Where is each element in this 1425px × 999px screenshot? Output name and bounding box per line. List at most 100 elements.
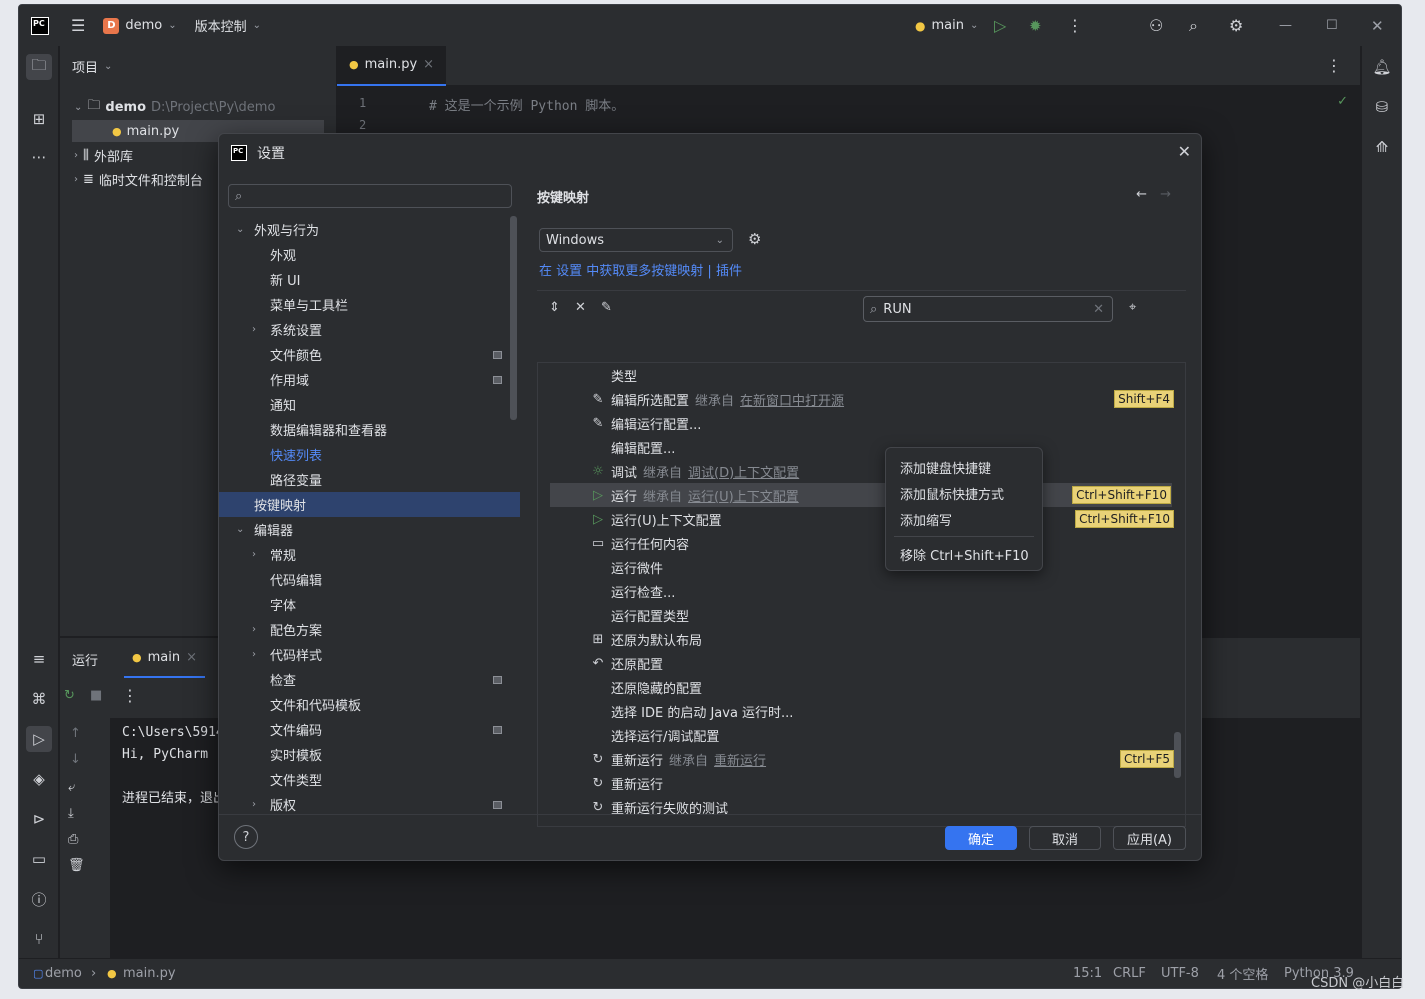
settings-tree-item[interactable]: ⌄ 编辑器 bbox=[219, 517, 520, 542]
close-icon[interactable]: ✕ bbox=[1178, 142, 1191, 161]
action-row[interactable]: ▷ 运行 继承自 运行(U)上下文配置 Ctrl+Shift+F10 bbox=[550, 483, 1172, 507]
action-row[interactable]: 运行检查... bbox=[538, 579, 1185, 603]
settings-tree-item[interactable]: 检查 bbox=[219, 667, 520, 692]
plugins-link[interactable]: 插件 bbox=[716, 264, 742, 279]
status-file[interactable]: main.py bbox=[123, 966, 176, 981]
actions-list[interactable]: 类型 ✎ 编辑所选配置 继承自 在新窗口中打开源 Shift+F4 ✎ 编辑运行配置... 编辑… bbox=[537, 362, 1186, 827]
cancel-button[interactable]: 取消 bbox=[1029, 826, 1101, 850]
chevron-right-icon[interactable]: › bbox=[252, 799, 256, 810]
settings-tree-item[interactable]: 文件编码 bbox=[219, 717, 520, 742]
clear-icon[interactable]: ✕ bbox=[1093, 302, 1104, 317]
gear-icon[interactable]: ⚙ bbox=[748, 230, 761, 248]
action-row[interactable]: ☼ 调试 继承自 调试(D)上下文配置 bbox=[538, 459, 1185, 483]
run-tool-icon[interactable]: ▷ bbox=[26, 726, 52, 752]
run-icon[interactable]: ▷ bbox=[994, 16, 1006, 35]
tree-external-libs[interactable]: › ⫼ 外部库 bbox=[74, 144, 133, 166]
close-icon[interactable]: ✕ bbox=[1371, 17, 1384, 35]
settings-tree-item[interactable]: 菜单与工具栏 bbox=[219, 292, 520, 317]
settings-tree-item[interactable]: 按键映射 bbox=[219, 492, 520, 517]
tree-root[interactable]: ⌄ 🗀 demo D:\Project\Py\demo bbox=[74, 96, 275, 118]
rerun-icon[interactable]: ↻ bbox=[64, 688, 75, 703]
action-row[interactable]: ▷ 运行(U)上下文配置 Ctrl+Shift+F10 bbox=[538, 507, 1185, 531]
settings-tree-item[interactable]: 字体 bbox=[219, 592, 520, 617]
print-icon[interactable]: ⎙ bbox=[68, 832, 78, 847]
chevron-right-icon[interactable]: › bbox=[252, 549, 256, 560]
help-button[interactable]: ? bbox=[234, 825, 258, 849]
tree-scratches[interactable]: › ≣ 临时文件和控制台 bbox=[74, 168, 203, 190]
settings-tree-item[interactable]: 通知 bbox=[219, 392, 520, 417]
settings-tree-item[interactable]: 路径变量 bbox=[219, 467, 520, 492]
settings-search-input[interactable]: ⌕ bbox=[228, 184, 512, 208]
status-project[interactable]: demo bbox=[45, 966, 82, 981]
list-scrollbar[interactable] bbox=[1174, 732, 1181, 778]
action-row[interactable]: ▭ 运行任何内容 bbox=[538, 531, 1185, 555]
remove-shortcut-item[interactable]: 移除 Ctrl+Shift+F10 bbox=[886, 541, 1042, 567]
inherit-link[interactable]: 调试(D)上下文配置 bbox=[688, 466, 799, 481]
terminal-icon[interactable]: ▭ bbox=[26, 846, 52, 872]
action-row[interactable]: ↻ 重新运行 继承自 重新运行 Ctrl+F5 bbox=[538, 747, 1185, 771]
add-keyboard-shortcut-item[interactable]: 添加键盘快捷键 bbox=[886, 454, 1042, 480]
add-user-icon[interactable]: ⚇ bbox=[1149, 17, 1163, 34]
project-panel-header[interactable]: 项目 ⌄ bbox=[60, 46, 336, 86]
list-icon[interactable]: ≡ bbox=[26, 646, 52, 672]
collapse-all-icon[interactable]: ✕ bbox=[575, 300, 586, 315]
trash-icon[interactable]: 🗑︎ bbox=[68, 858, 85, 873]
settings-tree-item[interactable]: 文件类型 bbox=[219, 767, 520, 792]
more-icon[interactable]: ⋮ bbox=[122, 688, 138, 704]
chevron-right-icon[interactable]: › bbox=[252, 649, 256, 660]
action-row[interactable]: 编辑配置... bbox=[538, 435, 1185, 459]
python-console-icon[interactable]: ⌘ bbox=[26, 686, 52, 712]
ok-button[interactable]: 确定 bbox=[945, 826, 1017, 850]
status-encoding[interactable]: UTF-8 bbox=[1161, 966, 1199, 981]
layers-icon[interactable]: ◈ bbox=[26, 766, 52, 792]
settings-tree-item[interactable]: › 常规 bbox=[219, 542, 520, 567]
action-row[interactable]: ✎ 编辑所选配置 继承自 在新窗口中打开源 Shift+F4 bbox=[538, 387, 1185, 411]
project-folder-icon[interactable]: 🗀 bbox=[26, 54, 52, 80]
minimize-icon[interactable]: — bbox=[1279, 18, 1292, 33]
run-config-selector[interactable]: ● main ⌄ bbox=[909, 18, 984, 33]
settings-tree-item[interactable]: 新 UI bbox=[219, 267, 520, 292]
action-row[interactable]: 运行微件 bbox=[538, 555, 1185, 579]
action-row[interactable]: ⊞ 还原为默认布局 bbox=[538, 627, 1185, 651]
soft-wrap-icon[interactable]: ⤶ bbox=[68, 780, 75, 795]
more-keymaps-link[interactable]: 在 设置 中获取更多按键映射 bbox=[539, 264, 703, 279]
close-icon[interactable]: × bbox=[186, 650, 197, 665]
more-tools-icon[interactable]: ⋯ bbox=[26, 144, 52, 170]
chevron-right-icon[interactable]: › bbox=[252, 324, 256, 335]
scroll-end-icon[interactable]: ⤓ bbox=[68, 806, 74, 821]
add-mouse-shortcut-item[interactable]: 添加鼠标快捷方式 bbox=[886, 480, 1042, 506]
forward-arrow-icon[interactable]: → bbox=[1160, 187, 1171, 202]
notifications-icon[interactable]: 🔔︎ bbox=[1369, 54, 1395, 80]
profiler-icon[interactable]: ⟰ bbox=[1369, 134, 1395, 160]
settings-tree-item[interactable]: › 代码样式 bbox=[219, 642, 520, 667]
more-icon[interactable]: ⋮ bbox=[1326, 58, 1342, 74]
code-comment[interactable]: # 这是一个示例 Python 脚本。 bbox=[429, 95, 624, 114]
vcs-menu[interactable]: 版本控制 ⌄ bbox=[189, 16, 267, 35]
arrow-down-icon[interactable]: ↓ bbox=[70, 752, 81, 767]
sidebar-scrollbar[interactable] bbox=[510, 216, 517, 420]
maximize-icon[interactable]: ☐ bbox=[1326, 18, 1338, 33]
action-row[interactable]: 运行配置类型 bbox=[538, 603, 1185, 627]
inherit-link[interactable]: 重新运行 bbox=[714, 754, 766, 769]
run-tab-main[interactable]: ● main × bbox=[124, 638, 205, 678]
add-abbreviation-item[interactable]: 添加缩写 bbox=[886, 506, 1042, 532]
action-row[interactable]: ↶ 还原配置 bbox=[538, 651, 1185, 675]
project-switcher[interactable]: D demo ⌄ bbox=[97, 17, 182, 34]
settings-tree-item[interactable]: 代码编辑 bbox=[219, 567, 520, 592]
settings-tree-item[interactable]: › 系统设置 bbox=[219, 317, 520, 342]
apply-button[interactable]: 应用(A) bbox=[1113, 826, 1186, 850]
database-icon[interactable]: ⛁ bbox=[1369, 94, 1395, 120]
problems-icon[interactable]: ⓘ bbox=[26, 886, 52, 912]
edit-shortcut-icon[interactable]: ✎ bbox=[601, 300, 612, 315]
main-menu-icon[interactable]: ☰ bbox=[65, 17, 91, 34]
inherit-link[interactable]: 在新窗口中打开源 bbox=[740, 394, 844, 409]
gear-icon[interactable]: ⚙ bbox=[1229, 17, 1243, 34]
keymap-filter-input[interactable]: ⌕ RUN ✕ bbox=[863, 296, 1113, 322]
action-row[interactable]: 类型 bbox=[538, 363, 1185, 387]
find-by-shortcut-icon[interactable]: ⌖ bbox=[1129, 300, 1136, 315]
status-position[interactable]: 15:1 bbox=[1073, 966, 1102, 981]
arrow-up-icon[interactable]: ↑ bbox=[70, 726, 81, 741]
action-row[interactable]: 选择 IDE 的启动 Java 运行时... bbox=[538, 699, 1185, 723]
status-eol[interactable]: CRLF bbox=[1113, 966, 1146, 981]
keymap-scheme-select[interactable]: Windows ⌄ bbox=[539, 228, 733, 252]
